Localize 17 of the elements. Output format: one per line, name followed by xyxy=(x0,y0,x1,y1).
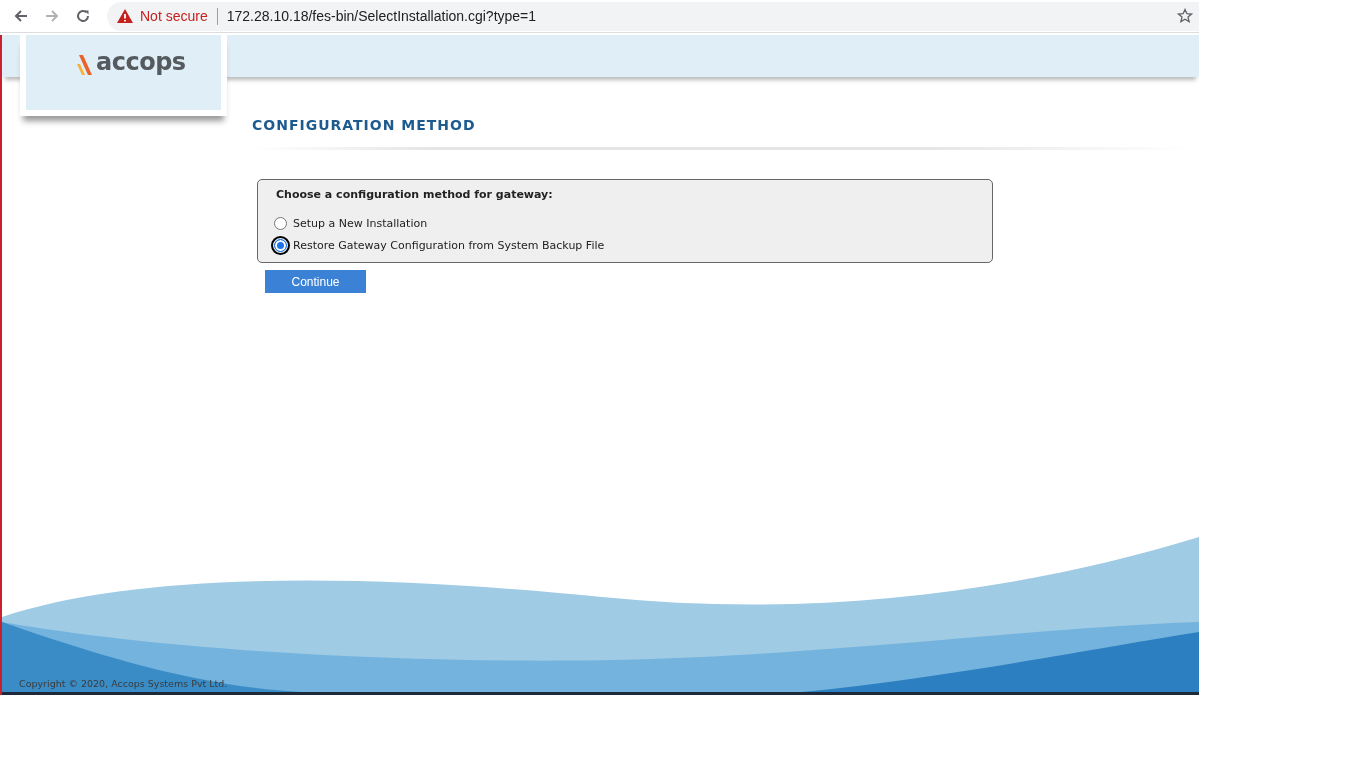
option-label[interactable]: Restore Gateway Configuration from System Backup File xyxy=(293,238,605,252)
continue-button[interactable]: Continue xyxy=(265,270,366,293)
address-bar[interactable]: Not secure 172.28.10.18/fes-bin/SelectInstallation.cgi?type=1 xyxy=(107,1,1199,31)
reload-icon[interactable] xyxy=(75,8,91,24)
security-label: Not secure xyxy=(140,8,208,24)
copyright-text: Copyright © 2020, Accops Systems Pvt Ltd. xyxy=(19,678,228,689)
page-title: CONFIGURATION METHOD xyxy=(252,117,477,133)
warning-icon xyxy=(117,9,133,23)
logo-text: accops xyxy=(96,49,186,75)
radio-button[interactable] xyxy=(274,216,287,230)
back-icon[interactable] xyxy=(13,8,29,24)
logo-icon xyxy=(76,55,94,75)
radio-button[interactable] xyxy=(274,238,287,252)
prompt-text: Choose a configuration method for gateway: xyxy=(276,188,554,201)
star-icon[interactable] xyxy=(1177,8,1193,24)
url-text: 172.28.10.18/fes-bin/SelectInstallation.cgi?type=1 xyxy=(226,8,537,24)
option-label[interactable]: Setup a New Installation xyxy=(293,216,428,230)
